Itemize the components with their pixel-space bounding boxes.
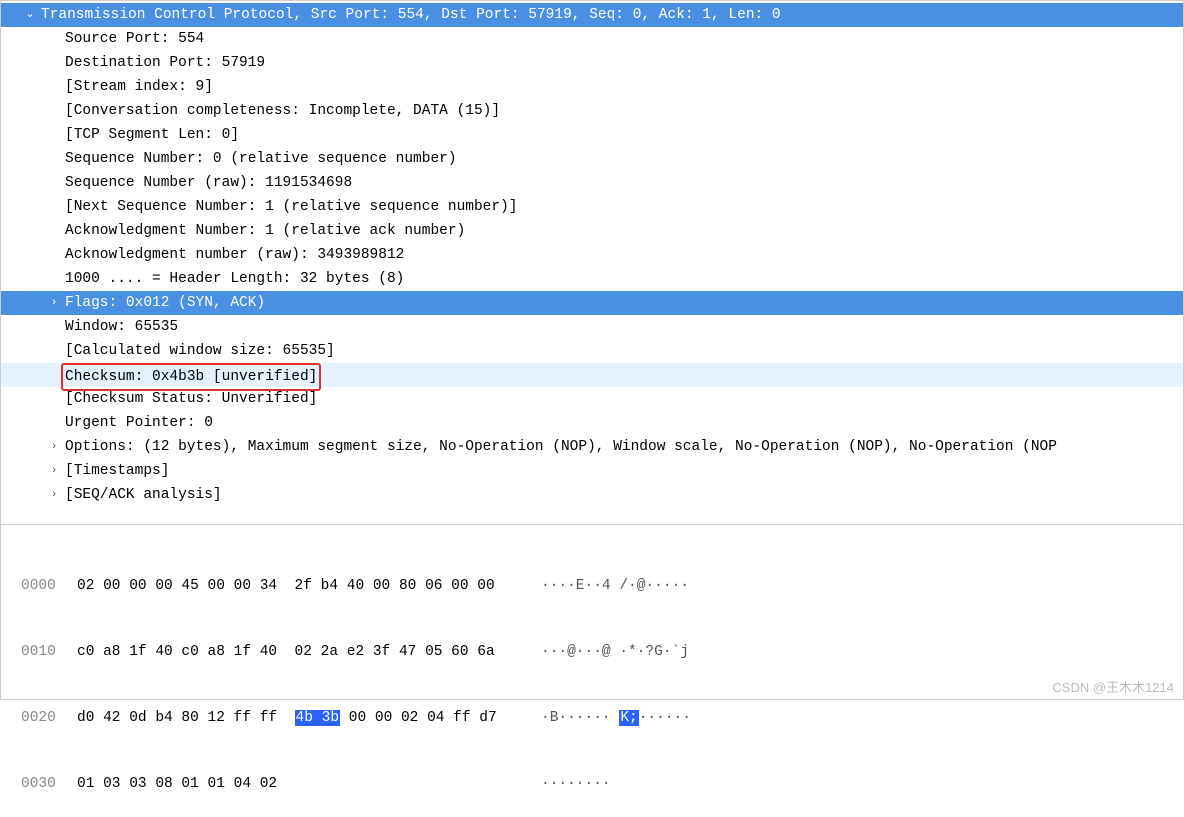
tree-row[interactable]: Destination Port: 57919: [1, 51, 1183, 75]
tree-row[interactable]: Source Port: 554: [1, 27, 1183, 51]
tree-row[interactable]: [Stream index: 9]: [1, 75, 1183, 99]
tree-row[interactable]: [Calculated window size: 65535]: [1, 339, 1183, 363]
tree-row[interactable]: Acknowledgment Number: 1 (relative ack n…: [1, 219, 1183, 243]
tree-row[interactable]: [Checksum Status: Unverified]: [1, 387, 1183, 411]
tree-row[interactable]: [Conversation completeness: Incomplete, …: [1, 99, 1183, 123]
hex-bytes: c0 a8 1f 40 c0 a8 1f 40 02 2a e2 3f 47 0…: [77, 641, 517, 663]
field-segment-len: [TCP Segment Len: 0]: [65, 127, 239, 143]
field-src-port: Source Port: 554: [65, 31, 204, 47]
field-window: Window: 65535: [65, 319, 178, 335]
field-dst-port: Destination Port: 57919: [65, 55, 265, 71]
chevron-right-icon[interactable]: ›: [47, 483, 61, 507]
watermark: CSDN @王木木1214: [1052, 677, 1174, 696]
hex-offset: 0000: [21, 575, 77, 597]
field-urgent-pointer: Urgent Pointer: 0: [65, 415, 213, 431]
tree-row-checksum[interactable]: Checksum: 0x4b3b [unverified]: [1, 363, 1183, 387]
tree-row-flags[interactable]: › Flags: 0x012 (SYN, ACK): [1, 291, 1183, 315]
chevron-down-icon[interactable]: ⌄: [23, 3, 37, 27]
tree-row-seqack[interactable]: › [SEQ/ACK analysis]: [1, 483, 1183, 507]
field-timestamps: [Timestamps]: [65, 463, 169, 479]
chevron-right-icon[interactable]: ›: [47, 435, 61, 459]
hex-selected-bytes: 4b 3b: [295, 710, 341, 726]
hex-dump-pane[interactable]: 0000 02 00 00 00 45 00 00 34 2f b4 40 00…: [0, 525, 1184, 700]
hex-bytes: d0 42 0d b4 80 12 ff ff 4b 3b 00 00 02 0…: [77, 707, 517, 729]
hex-row[interactable]: 0010 c0 a8 1f 40 c0 a8 1f 40 02 2a e2 3f…: [21, 641, 1181, 663]
hex-offset: 0010: [21, 641, 77, 663]
tree-row[interactable]: Sequence Number (raw): 1191534698: [1, 171, 1183, 195]
field-seqack-analysis: [SEQ/ACK analysis]: [65, 487, 222, 503]
field-checksum: Checksum: 0x4b3b [unverified]: [65, 369, 317, 385]
field-checksum-status: [Checksum Status: Unverified]: [65, 391, 317, 407]
field-seq-raw: Sequence Number (raw): 1191534698: [65, 175, 352, 191]
tree-row[interactable]: 1000 .... = Header Length: 32 bytes (8): [1, 267, 1183, 291]
chevron-right-icon[interactable]: ›: [47, 459, 61, 483]
chevron-right-icon[interactable]: ›: [47, 291, 61, 315]
field-seq-num: Sequence Number: 0 (relative sequence nu…: [65, 151, 457, 167]
field-calc-window: [Calculated window size: 65535]: [65, 343, 335, 359]
hex-row[interactable]: 0000 02 00 00 00 45 00 00 34 2f b4 40 00…: [21, 575, 1181, 597]
field-stream-index: [Stream index: 9]: [65, 79, 213, 95]
hex-ascii: ····E··4 /·@·····: [541, 575, 689, 597]
tree-row[interactable]: [Next Sequence Number: 1 (relative seque…: [1, 195, 1183, 219]
tree-header-row[interactable]: ⌄ Transmission Control Protocol, Src Por…: [1, 3, 1183, 27]
field-flags: Flags: 0x012 (SYN, ACK): [65, 295, 265, 311]
hex-offset: 0030: [21, 773, 77, 795]
hex-ascii: ·B······ K;······: [541, 707, 691, 729]
field-ack-num: Acknowledgment Number: 1 (relative ack n…: [65, 223, 465, 239]
hex-row[interactable]: 0030 01 03 03 08 01 01 04 02 ········: [21, 773, 1181, 795]
field-options: Options: (12 bytes), Maximum segment siz…: [65, 439, 1057, 455]
hex-ascii: ···@···@ ·*·?G·`j: [541, 641, 689, 663]
tree-row[interactable]: Urgent Pointer: 0: [1, 411, 1183, 435]
tree-row[interactable]: Sequence Number: 0 (relative sequence nu…: [1, 147, 1183, 171]
hex-row[interactable]: 0020 d0 42 0d b4 80 12 ff ff 4b 3b 00 00…: [21, 707, 1181, 729]
tree-row-timestamps[interactable]: › [Timestamps]: [1, 459, 1183, 483]
field-header-len: 1000 .... = Header Length: 32 bytes (8): [65, 271, 404, 287]
protocol-tree-pane[interactable]: ⌄ Transmission Control Protocol, Src Por…: [0, 0, 1184, 525]
tree-row[interactable]: Acknowledgment number (raw): 3493989812: [1, 243, 1183, 267]
tree-row-options[interactable]: › Options: (12 bytes), Maximum segment s…: [1, 435, 1183, 459]
hex-bytes: 02 00 00 00 45 00 00 34 2f b4 40 00 80 0…: [77, 575, 517, 597]
hex-ascii: ········: [541, 773, 611, 795]
field-conversation-completeness: [Conversation completeness: Incomplete, …: [65, 103, 500, 119]
hex-bytes: 01 03 03 08 01 01 04 02: [77, 773, 517, 795]
hex-selected-ascii: K;: [619, 710, 638, 726]
tree-header-text: Transmission Control Protocol, Src Port:…: [41, 7, 781, 23]
hex-offset: 0020: [21, 707, 77, 729]
tree-row[interactable]: Window: 65535: [1, 315, 1183, 339]
field-next-seq: [Next Sequence Number: 1 (relative seque…: [65, 199, 517, 215]
tree-row[interactable]: [TCP Segment Len: 0]: [1, 123, 1183, 147]
field-ack-raw: Acknowledgment number (raw): 3493989812: [65, 247, 404, 263]
